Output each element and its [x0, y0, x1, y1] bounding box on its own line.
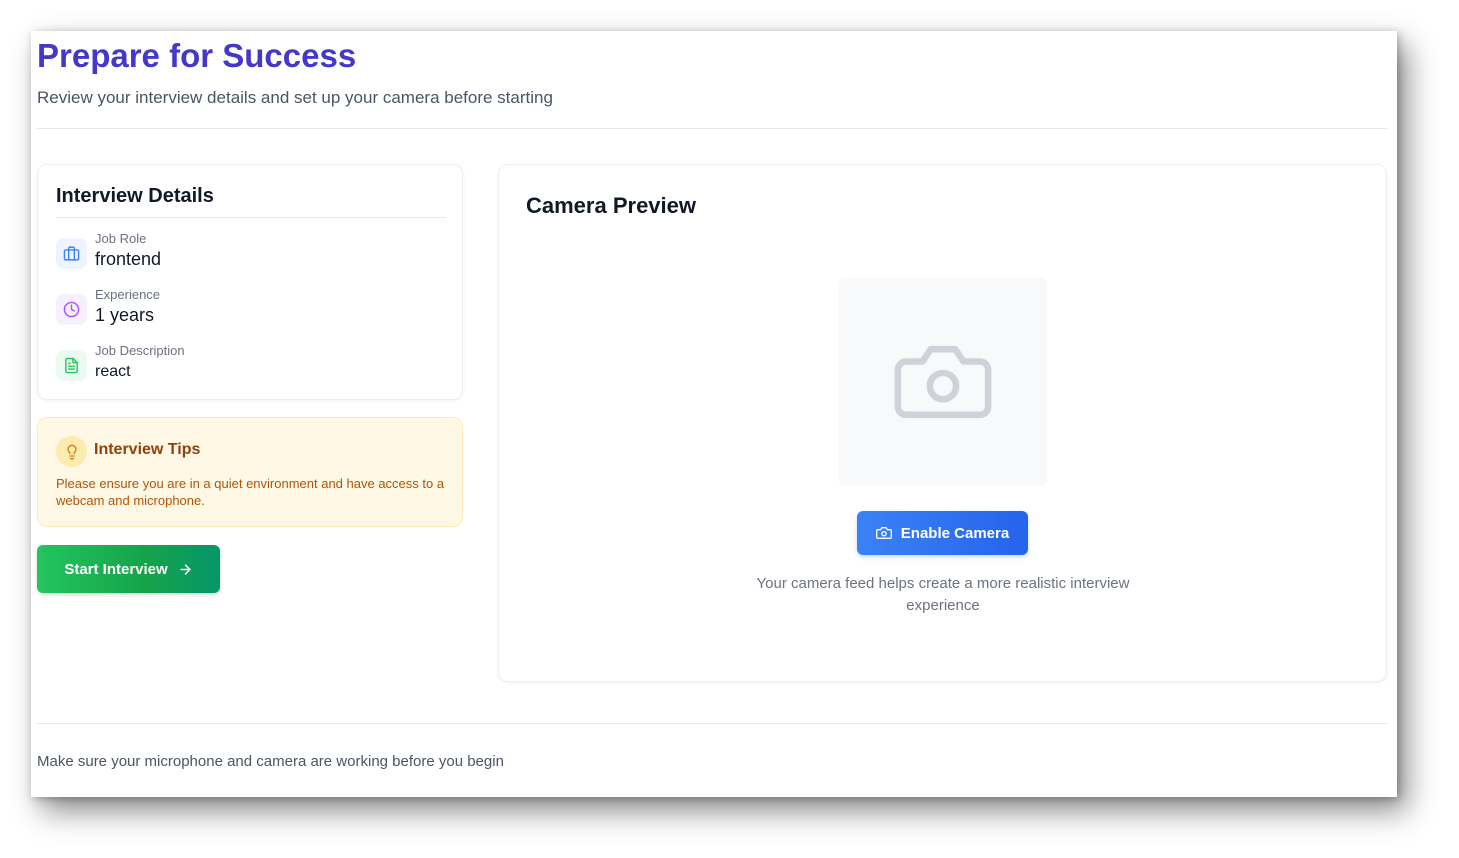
interview-tips-card: Interview Tips Please ensure you are in … — [37, 417, 463, 527]
camera-icon — [894, 345, 992, 419]
footer-note: Make sure your microphone and camera are… — [37, 753, 504, 770]
page-title: Prepare for Success — [37, 37, 357, 74]
detail-job-description: Job Description react — [56, 343, 446, 387]
arrow-right-icon — [180, 563, 191, 575]
details-divider — [56, 217, 446, 218]
camera-preview-card: Camera Preview Enable Camera Your camera… — [498, 164, 1387, 682]
detail-value: frontend — [95, 249, 162, 269]
detail-job-role: Job Role frontend — [56, 231, 446, 275]
header-divider — [37, 128, 1387, 129]
start-interview-button[interactable]: Start Interview — [37, 545, 220, 593]
enable-camera-label: Enable Camera — [900, 524, 1010, 542]
footer-divider — [37, 723, 1387, 724]
interview-details-title: Interview Details — [56, 185, 214, 207]
page-subtitle: Review your interview details and set up… — [37, 88, 553, 107]
detail-value: 1 years — [95, 305, 155, 325]
detail-value: react — [95, 363, 131, 380]
tips-title: Interview Tips — [94, 441, 201, 458]
camera-preview-title: Camera Preview — [526, 193, 696, 218]
lightbulb-icon — [56, 436, 87, 467]
tips-text: Please ensure you are in a quiet environ… — [56, 476, 445, 508]
enable-camera-button[interactable]: Enable Camera — [857, 511, 1028, 555]
detail-label: Job Role — [95, 231, 147, 246]
interview-details-card: Interview Details Job Role frontend Expe… — [37, 164, 463, 400]
clock-icon — [56, 294, 87, 325]
detail-label: Experience — [95, 287, 161, 302]
camera-note: Your camera feed helps create a more rea… — [756, 575, 1130, 614]
detail-experience: Experience 1 years — [56, 287, 446, 331]
detail-label: Job Description — [95, 343, 185, 358]
start-interview-label: Start Interview — [64, 560, 168, 578]
camera-icon — [875, 527, 892, 539]
briefcase-icon — [56, 238, 87, 269]
document-icon — [56, 350, 87, 381]
camera-placeholder — [839, 278, 1047, 486]
app-window: Prepare for Success Review your intervie… — [31, 31, 1397, 797]
